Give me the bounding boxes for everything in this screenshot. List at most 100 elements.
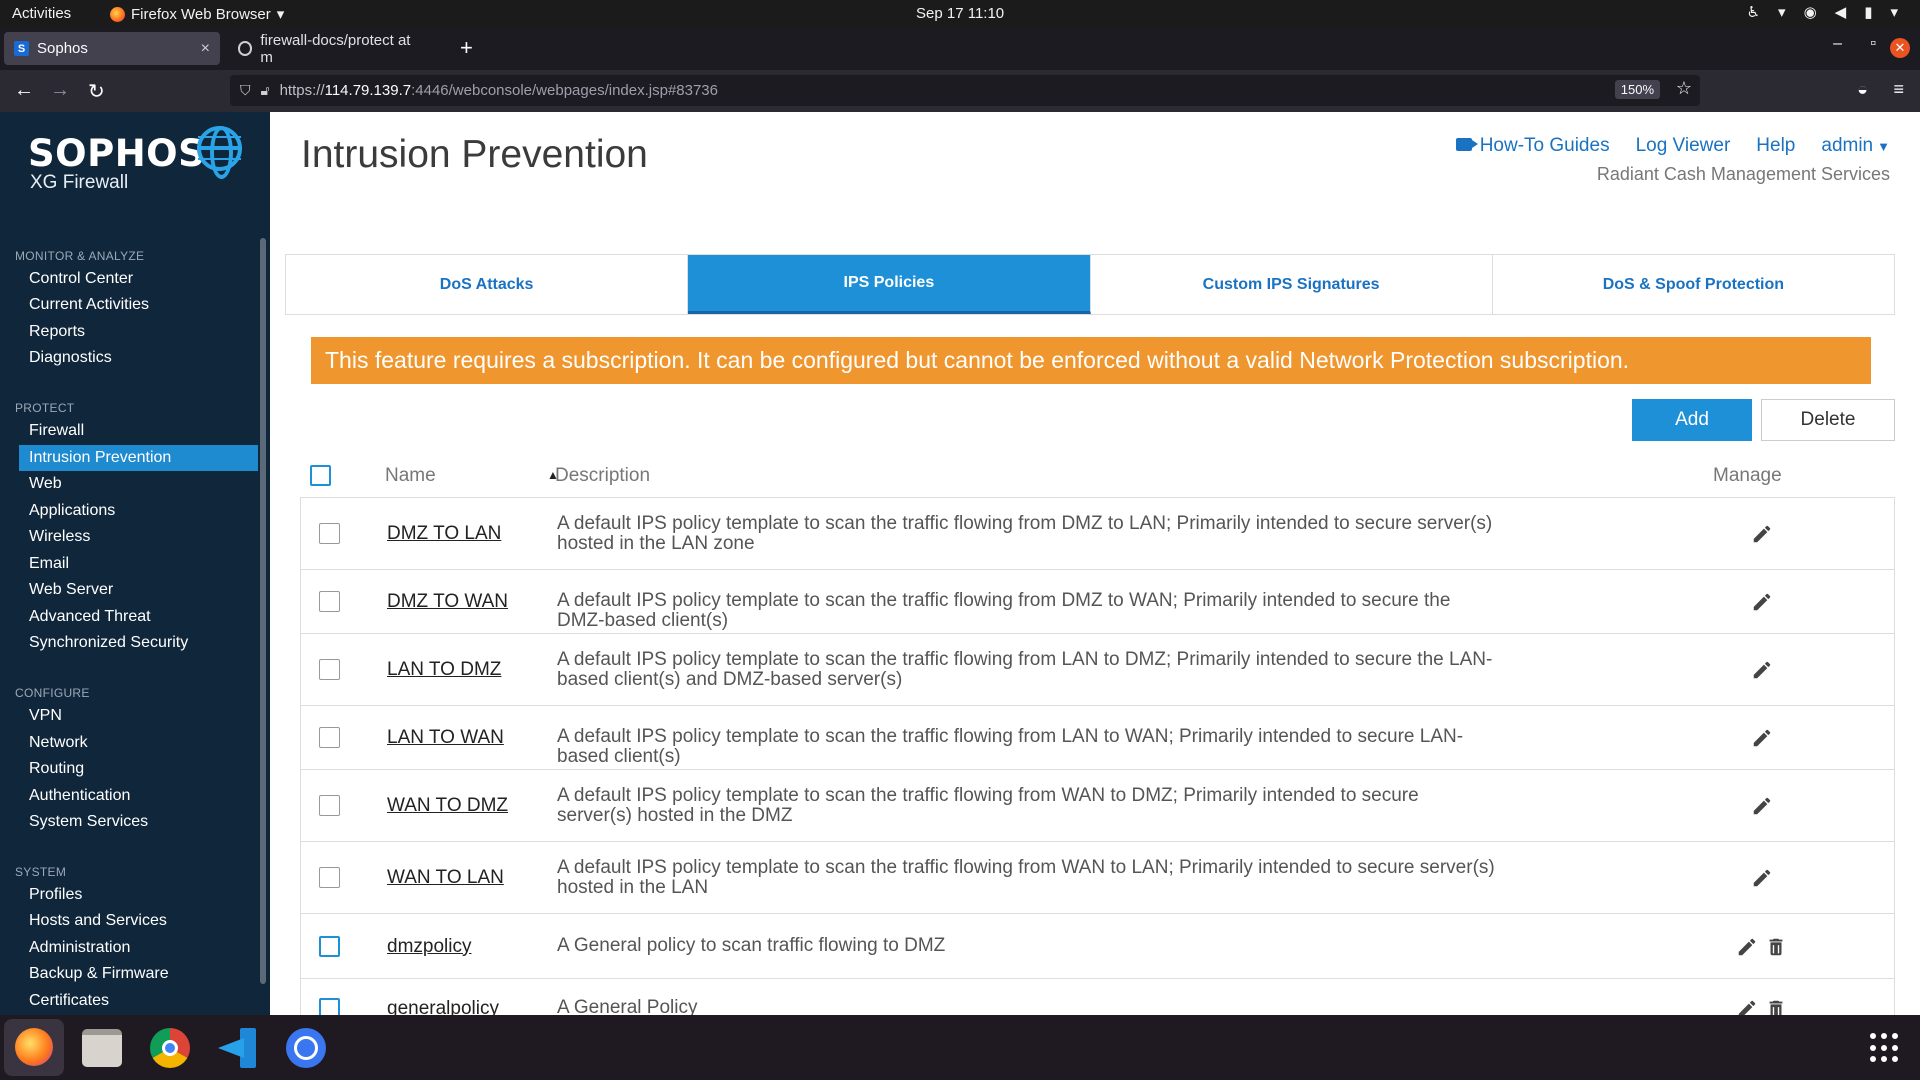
sidebar-item-administration[interactable]: Administration xyxy=(19,935,258,961)
policy-name-link[interactable]: generalpolicy xyxy=(387,998,499,1015)
window-close-icon[interactable]: ✕ xyxy=(1890,38,1910,58)
policy-description: A default IPS policy template to scan th… xyxy=(557,513,1493,554)
edit-pencil-icon[interactable] xyxy=(1736,936,1758,958)
sidebar-item-web[interactable]: Web xyxy=(19,471,258,497)
edit-pencil-icon[interactable] xyxy=(1751,795,1773,817)
app-menu[interactable]: Firefox Web Browser ▾ xyxy=(110,5,284,23)
row-checkbox[interactable] xyxy=(319,867,340,888)
signal-icon[interactable] xyxy=(286,1028,326,1068)
chrome-icon[interactable] xyxy=(150,1028,190,1068)
tab-dos-attacks[interactable]: DoS Attacks xyxy=(286,255,689,314)
back-arrow-icon[interactable]: ← xyxy=(14,79,34,102)
sidebar-item-system-services[interactable]: System Services xyxy=(19,809,258,835)
sidebar-item-backup-firmware[interactable]: Backup & Firmware xyxy=(19,961,258,987)
url-bar[interactable]: ⛉ 🔓︎ https:// 114.79.139.7 :4446/webcons… xyxy=(230,75,1700,106)
forward-arrow-icon[interactable]: → xyxy=(50,79,70,102)
url-protocol: https:// xyxy=(279,82,325,99)
bookmark-star-icon[interactable]: ☆ xyxy=(1676,78,1692,99)
url-host: 114.79.139.7 xyxy=(324,82,412,99)
row-checkbox[interactable] xyxy=(319,795,340,816)
edit-pencil-icon[interactable] xyxy=(1751,727,1773,749)
user-name: admin xyxy=(1821,135,1874,156)
policy-name-link[interactable]: LAN TO WAN xyxy=(387,727,504,749)
trash-icon[interactable] xyxy=(1765,936,1787,958)
sidebar-item-network[interactable]: Network xyxy=(19,730,258,756)
policy-name-link[interactable]: dmzpolicy xyxy=(387,936,471,958)
sidebar-item-vpn[interactable]: VPN xyxy=(19,703,258,729)
sidebar-item-authentication[interactable]: Authentication xyxy=(19,783,258,809)
add-button[interactable]: Add xyxy=(1632,399,1752,441)
table-row: WAN TO DMZ A default IPS policy template … xyxy=(301,770,1894,842)
edit-pencil-icon[interactable] xyxy=(1751,591,1773,613)
new-tab-button[interactable]: + xyxy=(460,35,473,61)
activities-button[interactable]: Activities xyxy=(12,5,71,22)
vscode-icon[interactable] xyxy=(218,1028,258,1068)
row-checkbox[interactable] xyxy=(319,659,340,680)
row-checkbox[interactable] xyxy=(319,523,340,544)
pocket-icon[interactable]: ◒ xyxy=(1857,79,1868,100)
menu-icon[interactable]: ≡ xyxy=(1893,79,1904,100)
policy-name-link[interactable]: DMZ TO LAN xyxy=(387,523,501,545)
firefox-icon[interactable] xyxy=(4,1019,64,1076)
sidebar-item-reports[interactable]: Reports xyxy=(19,319,258,345)
help-link[interactable]: Help xyxy=(1756,135,1795,157)
minimize-icon[interactable]: – xyxy=(1833,35,1842,53)
policy-description: A default IPS policy template to scan th… xyxy=(557,857,1495,898)
column-name[interactable]: Name xyxy=(385,465,436,487)
browser-tab-title: firewall-docs/protect at m xyxy=(260,31,411,66)
log-viewer-link[interactable]: Log Viewer xyxy=(1636,135,1731,157)
edit-pencil-icon[interactable] xyxy=(1736,998,1758,1015)
row-checkbox[interactable] xyxy=(319,727,340,748)
chevron-down-icon: ▾ xyxy=(276,6,285,23)
user-menu[interactable]: admin ▼ xyxy=(1821,135,1890,157)
edit-pencil-icon[interactable] xyxy=(1751,659,1773,681)
sidebar-item-email[interactable]: Email xyxy=(19,551,258,577)
browser-tab-firewall-docs[interactable]: firewall-docs/protect at m xyxy=(228,31,428,66)
select-all-checkbox[interactable] xyxy=(310,465,331,486)
tab-custom-ips-signatures[interactable]: Custom IPS Signatures xyxy=(1091,255,1493,314)
sidebar-scrollbar[interactable] xyxy=(260,238,266,984)
clock[interactable]: Sep 17 11:10 xyxy=(916,5,1004,22)
edit-pencil-icon[interactable] xyxy=(1751,523,1773,545)
browser-nav-bar: ← → ↻ ⛉ 🔓︎ https:// 114.79.139.7 :4446/w… xyxy=(0,70,1920,112)
tab-bar: DoS Attacks IPS Policies Custom IPS Sign… xyxy=(285,254,1895,315)
edit-pencil-icon[interactable] xyxy=(1751,867,1773,889)
battery-icon: ▮ xyxy=(1864,4,1873,21)
policy-name-link[interactable]: DMZ TO WAN xyxy=(387,591,508,613)
sidebar-item-routing[interactable]: Routing xyxy=(19,756,258,782)
sidebar-item-intrusion-prevention[interactable]: Intrusion Prevention xyxy=(19,445,258,471)
policy-name-link[interactable]: WAN TO LAN xyxy=(387,867,504,889)
sidebar-item-control-center[interactable]: Control Center xyxy=(19,266,258,292)
sidebar-item-applications[interactable]: Applications xyxy=(19,498,258,524)
column-manage: Manage xyxy=(1713,465,1782,486)
browser-tab-sophos[interactable]: S Sophos × xyxy=(4,32,220,65)
trash-icon[interactable] xyxy=(1765,998,1787,1015)
sidebar-item-firewall[interactable]: Firewall xyxy=(19,418,258,444)
reload-icon[interactable]: ↻ xyxy=(88,79,105,104)
tab-dos-spoof-protection[interactable]: DoS & Spoof Protection xyxy=(1493,255,1894,314)
row-checkbox[interactable] xyxy=(319,591,340,612)
sidebar-item-web-server[interactable]: Web Server xyxy=(19,577,258,603)
sidebar-item-certificates[interactable]: Certificates xyxy=(19,988,258,1014)
files-icon[interactable] xyxy=(82,1029,122,1067)
sidebar-item-diagnostics[interactable]: Diagnostics xyxy=(19,345,258,371)
close-icon[interactable]: × xyxy=(201,40,210,58)
sidebar-item-hosts-and-services[interactable]: Hosts and Services xyxy=(19,908,258,934)
row-checkbox[interactable] xyxy=(319,998,340,1015)
sidebar-item-advanced-threat[interactable]: Advanced Threat xyxy=(19,604,258,630)
delete-button[interactable]: Delete xyxy=(1761,399,1895,441)
zoom-level[interactable]: 150% xyxy=(1614,80,1660,99)
sidebar-item-profiles[interactable]: Profiles xyxy=(19,882,258,908)
how-to-guides-link[interactable]: How-To Guides xyxy=(1455,135,1610,157)
sidebar-item-synchronized-security[interactable]: Synchronized Security xyxy=(19,630,258,656)
app-grid-icon[interactable] xyxy=(1870,1033,1900,1063)
tab-ips-policies[interactable]: IPS Policies xyxy=(688,255,1091,314)
sidebar-item-wireless[interactable]: Wireless xyxy=(19,524,258,550)
policy-name-link[interactable]: LAN TO DMZ xyxy=(387,659,501,681)
policy-name-link[interactable]: WAN TO DMZ xyxy=(387,795,508,817)
restore-icon[interactable]: ▫ xyxy=(1870,35,1876,53)
system-tray[interactable]: ♿ ▾ ◉ ◀ ▮ ▾ xyxy=(1747,3,1898,21)
row-checkbox[interactable] xyxy=(319,935,340,957)
sidebar-item-current-activities[interactable]: Current Activities xyxy=(19,292,258,318)
taskbar-dock xyxy=(0,1015,1920,1080)
